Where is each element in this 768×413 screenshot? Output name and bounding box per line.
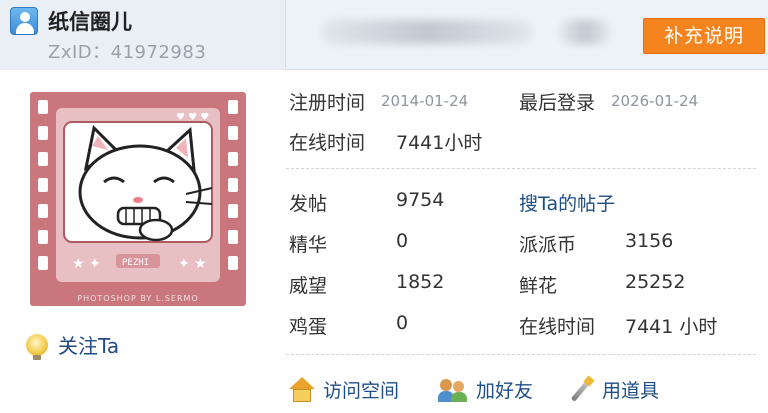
magic-wand-icon [568,374,595,403]
blurred-text-short [560,20,610,44]
follow-label: 关注Ta [58,334,120,358]
avatar[interactable]: ♥ ♥ ♥ ★ ✦ ✦ ★ PEZHI PHOTOSHOP BY L.SERMO [30,92,246,306]
eggs-value: 0 [396,312,409,334]
avatar-caption: PHOTOSHOP BY L.SERMO [77,294,199,303]
online-time-value-2: 7441 小时 [625,316,718,338]
search-posts-link[interactable]: 搜Ta的帖子 [519,189,615,216]
elite-value: 0 [396,230,409,252]
prestige-label: 威望 [289,275,328,297]
divider-2 [286,354,756,355]
use-item-button[interactable]: 用道具 [568,374,660,403]
coins-value: 3156 [625,230,674,252]
add-friend-label: 加好友 [476,380,534,402]
register-time-label: 注册时间 [289,92,366,114]
user-id: ZxID：41972983 [48,42,207,63]
add-friend-button[interactable]: 加好友 [438,376,533,403]
supplement-button[interactable]: 补充说明 [643,18,765,54]
elite-label: 精华 [289,234,328,256]
lightbulb-icon [26,333,48,360]
eggs-label: 鸡蛋 [289,316,328,338]
friends-icon [438,377,468,403]
username[interactable]: 纸信圈儿 [48,6,132,36]
last-login-value: 2026-01-24 [611,92,699,110]
online-time-value: 7441小时 [396,132,483,154]
register-time-value: 2014-01-24 [381,92,469,110]
avatar-cat-picture: ♥ ♥ ♥ ★ ✦ ✦ ★ PEZHI [56,108,220,282]
blurred-text [322,20,532,44]
online-time-label-2: 在线时间 [519,316,596,338]
divider [286,168,756,169]
visit-space-button[interactable]: 访问空间 [289,376,399,403]
profile-header: 纸信圈儿 ZxID：41972983 补充说明 [0,0,768,70]
last-login-label: 最后登录 [519,92,596,114]
coins-label: 派派币 [519,234,577,256]
posts-label: 发帖 [289,193,328,215]
svg-text:♥ ♥ ♥: ♥ ♥ ♥ [176,112,209,123]
visit-space-label: 访问空间 [323,380,400,402]
home-icon [289,376,315,403]
svg-text:PEZHI: PEZHI [122,258,149,268]
posts-value: 9754 [396,189,445,211]
flowers-value: 25252 [625,271,686,293]
flowers-label: 鲜花 [519,275,558,297]
user-icon [10,7,38,35]
svg-text:✦ ★: ✦ ★ [178,256,207,272]
online-time-label: 在线时间 [289,132,366,154]
prestige-value: 1852 [396,271,445,293]
follow-button[interactable]: 关注Ta [26,330,120,360]
user-info-block: 纸信圈儿 ZxID：41972983 [0,0,286,70]
use-item-label: 用道具 [602,380,660,402]
svg-text:★ ✦: ★ ✦ [72,256,101,272]
